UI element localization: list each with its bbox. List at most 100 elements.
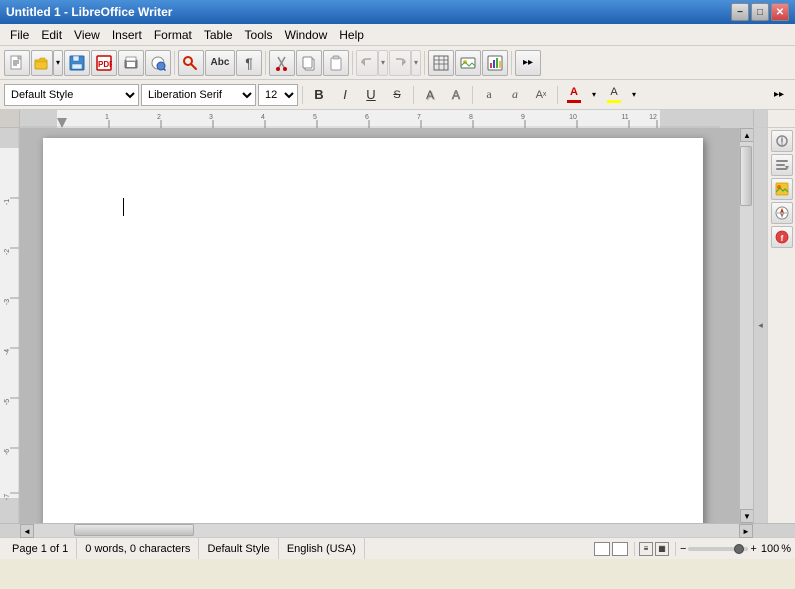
find-button[interactable] [178, 50, 204, 76]
menu-insert[interactable]: Insert [106, 26, 148, 44]
single-page-view-button[interactable] [594, 542, 610, 556]
scroll-left-button[interactable]: ◄ [20, 524, 34, 538]
shadow-button[interactable]: A [418, 84, 442, 106]
functions-button[interactable]: f [771, 226, 793, 248]
styles-button[interactable] [771, 154, 793, 176]
scroll-right-button[interactable]: ► [739, 524, 753, 538]
toolbar-separator-2 [265, 51, 266, 75]
document-viewport [20, 128, 739, 523]
svg-text:3: 3 [209, 114, 213, 121]
nonprint-chars-button[interactable]: ¶ [236, 50, 262, 76]
open-button[interactable] [31, 50, 53, 76]
save-button[interactable] [64, 50, 90, 76]
new-button[interactable] [4, 50, 30, 76]
hscroll-right-space [753, 524, 795, 537]
zoom-slider[interactable] [688, 547, 748, 551]
redo-button[interactable] [389, 50, 411, 76]
menu-window[interactable]: Window [279, 26, 334, 44]
zoom-area: − + 100 % [680, 543, 791, 555]
zoom-out-button[interactable]: − [680, 543, 686, 555]
language-status: English (USA) [279, 538, 365, 559]
cut-button[interactable] [269, 50, 295, 76]
svg-text:-3: -3 [4, 299, 11, 305]
highlight-button[interactable]: A [602, 83, 626, 107]
outline-button[interactable]: A [444, 84, 468, 106]
svg-text:-4: -4 [4, 349, 11, 355]
zoom-in-button[interactable]: + [750, 543, 756, 555]
style-status: Default Style [199, 538, 278, 559]
maximize-button[interactable]: □ [751, 3, 769, 21]
strikethrough-button[interactable]: S [385, 84, 409, 106]
toolbar-separator-5 [511, 51, 512, 75]
highlight-dropdown[interactable]: ▾ [628, 84, 640, 106]
svg-text:6: 6 [365, 114, 369, 121]
zoom-level: 100 [761, 543, 779, 555]
close-button[interactable]: ✕ [771, 3, 789, 21]
properties-button[interactable] [771, 130, 793, 152]
paste-button[interactable] [323, 50, 349, 76]
menu-tools[interactable]: Tools [239, 26, 279, 44]
scroll-down-button[interactable]: ▼ [740, 509, 754, 523]
menu-file[interactable]: File [4, 26, 35, 44]
font-name-select[interactable]: Liberation Serif [141, 84, 256, 106]
menu-edit[interactable]: Edit [35, 26, 68, 44]
char-color-dropdown[interactable]: ▾ [588, 84, 600, 106]
scroll-thumb[interactable] [740, 146, 752, 206]
side-panel: f [767, 128, 795, 523]
view-layout2-button[interactable]: ▦ [655, 542, 669, 556]
expand-panel-button[interactable]: ◂ [753, 128, 767, 523]
menu-bar: File Edit View Insert Format Table Tools… [0, 24, 795, 46]
insert-image-button[interactable] [455, 50, 481, 76]
italic-button[interactable]: I [333, 84, 357, 106]
more-toolbar-button[interactable]: ▸▸ [515, 50, 541, 76]
title-bar: Untitled 1 - LibreOffice Writer − □ ✕ [0, 0, 795, 24]
app-title: Untitled 1 - LibreOffice Writer [6, 5, 172, 19]
menu-table[interactable]: Table [198, 26, 239, 44]
copy-button[interactable] [296, 50, 322, 76]
book-view-button[interactable] [612, 542, 628, 556]
ruler-corner [0, 110, 20, 128]
navigator-button[interactable] [771, 202, 793, 224]
fmt-separator-3 [472, 86, 473, 104]
fontcolor-a2-button[interactable]: a [503, 84, 527, 106]
open-dropdown[interactable]: ▾ [53, 50, 63, 76]
scroll-up-button[interactable]: ▲ [740, 128, 754, 142]
view-layout1-button[interactable]: ≡ [639, 542, 653, 556]
svg-text:-1: -1 [4, 199, 11, 205]
paragraph-style-select[interactable]: Default Style [4, 84, 139, 106]
clearformat-button[interactable]: Ax [529, 84, 553, 106]
redo-dropdown[interactable]: ▾ [411, 50, 421, 76]
svg-text:10: 10 [569, 114, 577, 121]
menu-view[interactable]: View [68, 26, 106, 44]
bold-button[interactable]: B [307, 84, 331, 106]
abc-spellcheck-button[interactable]: Abc [205, 50, 235, 76]
undo-dropdown[interactable]: ▾ [378, 50, 388, 76]
hscroll-thumb[interactable] [74, 524, 194, 536]
menu-format[interactable]: Format [148, 26, 198, 44]
minimize-button[interactable]: − [731, 3, 749, 21]
pdf-button[interactable]: PDF [91, 50, 117, 76]
print-preview-button[interactable] [118, 50, 144, 76]
font-size-select[interactable]: 12 [258, 84, 298, 106]
underline-button[interactable]: U [359, 84, 383, 106]
fontcolor-a1-button[interactable]: a [477, 84, 501, 106]
menu-help[interactable]: Help [333, 26, 370, 44]
scroll-track[interactable] [740, 142, 753, 509]
document-page[interactable] [43, 138, 703, 523]
hscroll-track[interactable] [34, 524, 739, 537]
svg-text:-2: -2 [4, 249, 11, 255]
window-controls: − □ ✕ [731, 3, 789, 21]
svg-text:1: 1 [105, 114, 109, 121]
more-format-button[interactable]: ▸▸ [767, 84, 791, 106]
undo-button[interactable] [356, 50, 378, 76]
page-info-status: Page 1 of 1 [4, 538, 77, 559]
char-color-button[interactable]: A [562, 83, 586, 107]
gallery-button[interactable] [771, 178, 793, 200]
spellcheck-button[interactable] [145, 50, 171, 76]
vertical-ruler: -1 -2 -3 -4 -5 -6 -7 [0, 128, 20, 523]
status-right-area: ≡ ▦ − + 100 % [594, 542, 791, 556]
insert-table-button[interactable] [428, 50, 454, 76]
document-scroll-area[interactable] [20, 128, 725, 523]
svg-text:9: 9 [521, 114, 525, 121]
insert-chart-button[interactable] [482, 50, 508, 76]
